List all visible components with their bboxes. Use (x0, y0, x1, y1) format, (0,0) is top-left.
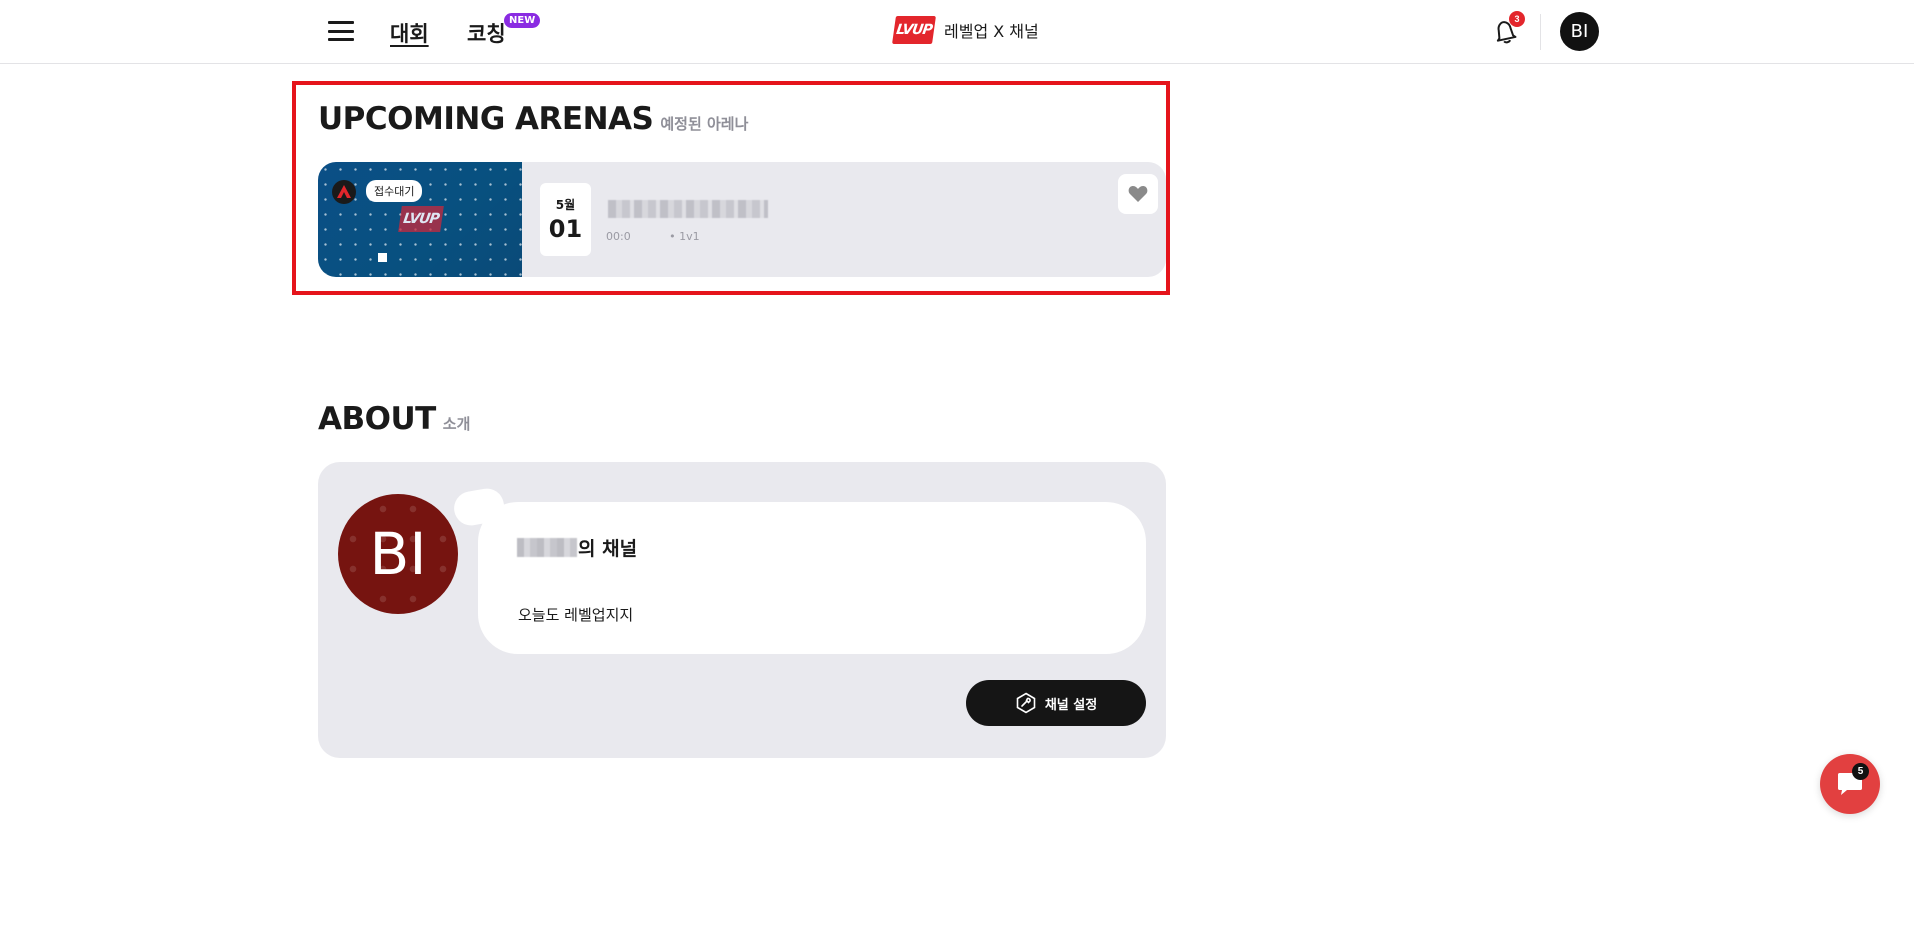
notification-count-badge: 3 (1509, 11, 1525, 27)
channel-settings-label: 채널 설정 (1044, 697, 1098, 713)
brand-title: 레벨업 X 채널 (944, 22, 1039, 41)
favorite-heart-button[interactable] (1118, 174, 1158, 214)
channel-description: 오늘도 레벨업지지 (518, 606, 634, 624)
channel-settings-button[interactable]: 채널 설정 (966, 680, 1146, 726)
upcoming-section-title: UPCOMING ARENAS 예정된 아레나 (318, 101, 748, 137)
arena-meta: 00:0 • 1v1 (606, 230, 700, 243)
chat-count-badge: 5 (1852, 763, 1869, 780)
channel-name-redacted (517, 538, 577, 557)
channel-heading: 의 채널 (517, 534, 637, 561)
about-title: ABOUT (318, 401, 436, 437)
arena-month: 5월 (555, 198, 576, 212)
new-badge: NEW (504, 13, 541, 28)
top-header: 대회 코칭 NEW LVUP 레벨업 X 채널 3 BI (0, 0, 1914, 64)
nav-coaching[interactable]: 코칭 (467, 18, 506, 48)
thumbnail-square (378, 253, 387, 262)
thumbnail-lvup-logo: LVUP (398, 206, 444, 232)
about-section-title: ABOUT 소개 (318, 401, 470, 437)
speech-bubble (478, 502, 1146, 654)
wrench-hexagon-icon (1016, 692, 1036, 714)
nav-tournament[interactable]: 대회 (390, 18, 429, 48)
channel-heading-suffix: 의 채널 (578, 538, 638, 560)
user-avatar[interactable]: BI (1560, 12, 1599, 51)
chat-button[interactable] (1820, 754, 1880, 814)
channel-avatar: BI (338, 494, 458, 614)
lvup-logo: LVUP (892, 16, 936, 44)
game-logo-icon (332, 180, 356, 204)
about-card: BI 의 채널 오늘도 레벨업지지 채널 설정 (318, 462, 1166, 758)
registration-status-badge: 접수대기 (366, 180, 423, 202)
channel-avatar-initials: BI (369, 520, 427, 588)
upcoming-subtitle: 예정된 아레나 (660, 115, 749, 133)
brand-home-link[interactable]: LVUP 레벨업 X 채널 (892, 16, 1039, 44)
arena-card[interactable]: 접수대기 LVUP 5월 01 00:0 • 1v1 (318, 162, 1166, 277)
heart-icon (1128, 185, 1148, 202)
hamburger-menu-icon[interactable] (328, 18, 354, 44)
arena-day: 01 (548, 215, 583, 243)
arena-date: 5월 01 (540, 183, 591, 256)
arena-thumbnail: 접수대기 LVUP (318, 162, 522, 277)
upcoming-title: UPCOMING ARENAS (318, 101, 654, 137)
arena-title-redacted (608, 200, 768, 218)
about-subtitle: 소개 (442, 415, 471, 433)
header-divider (1540, 14, 1541, 50)
